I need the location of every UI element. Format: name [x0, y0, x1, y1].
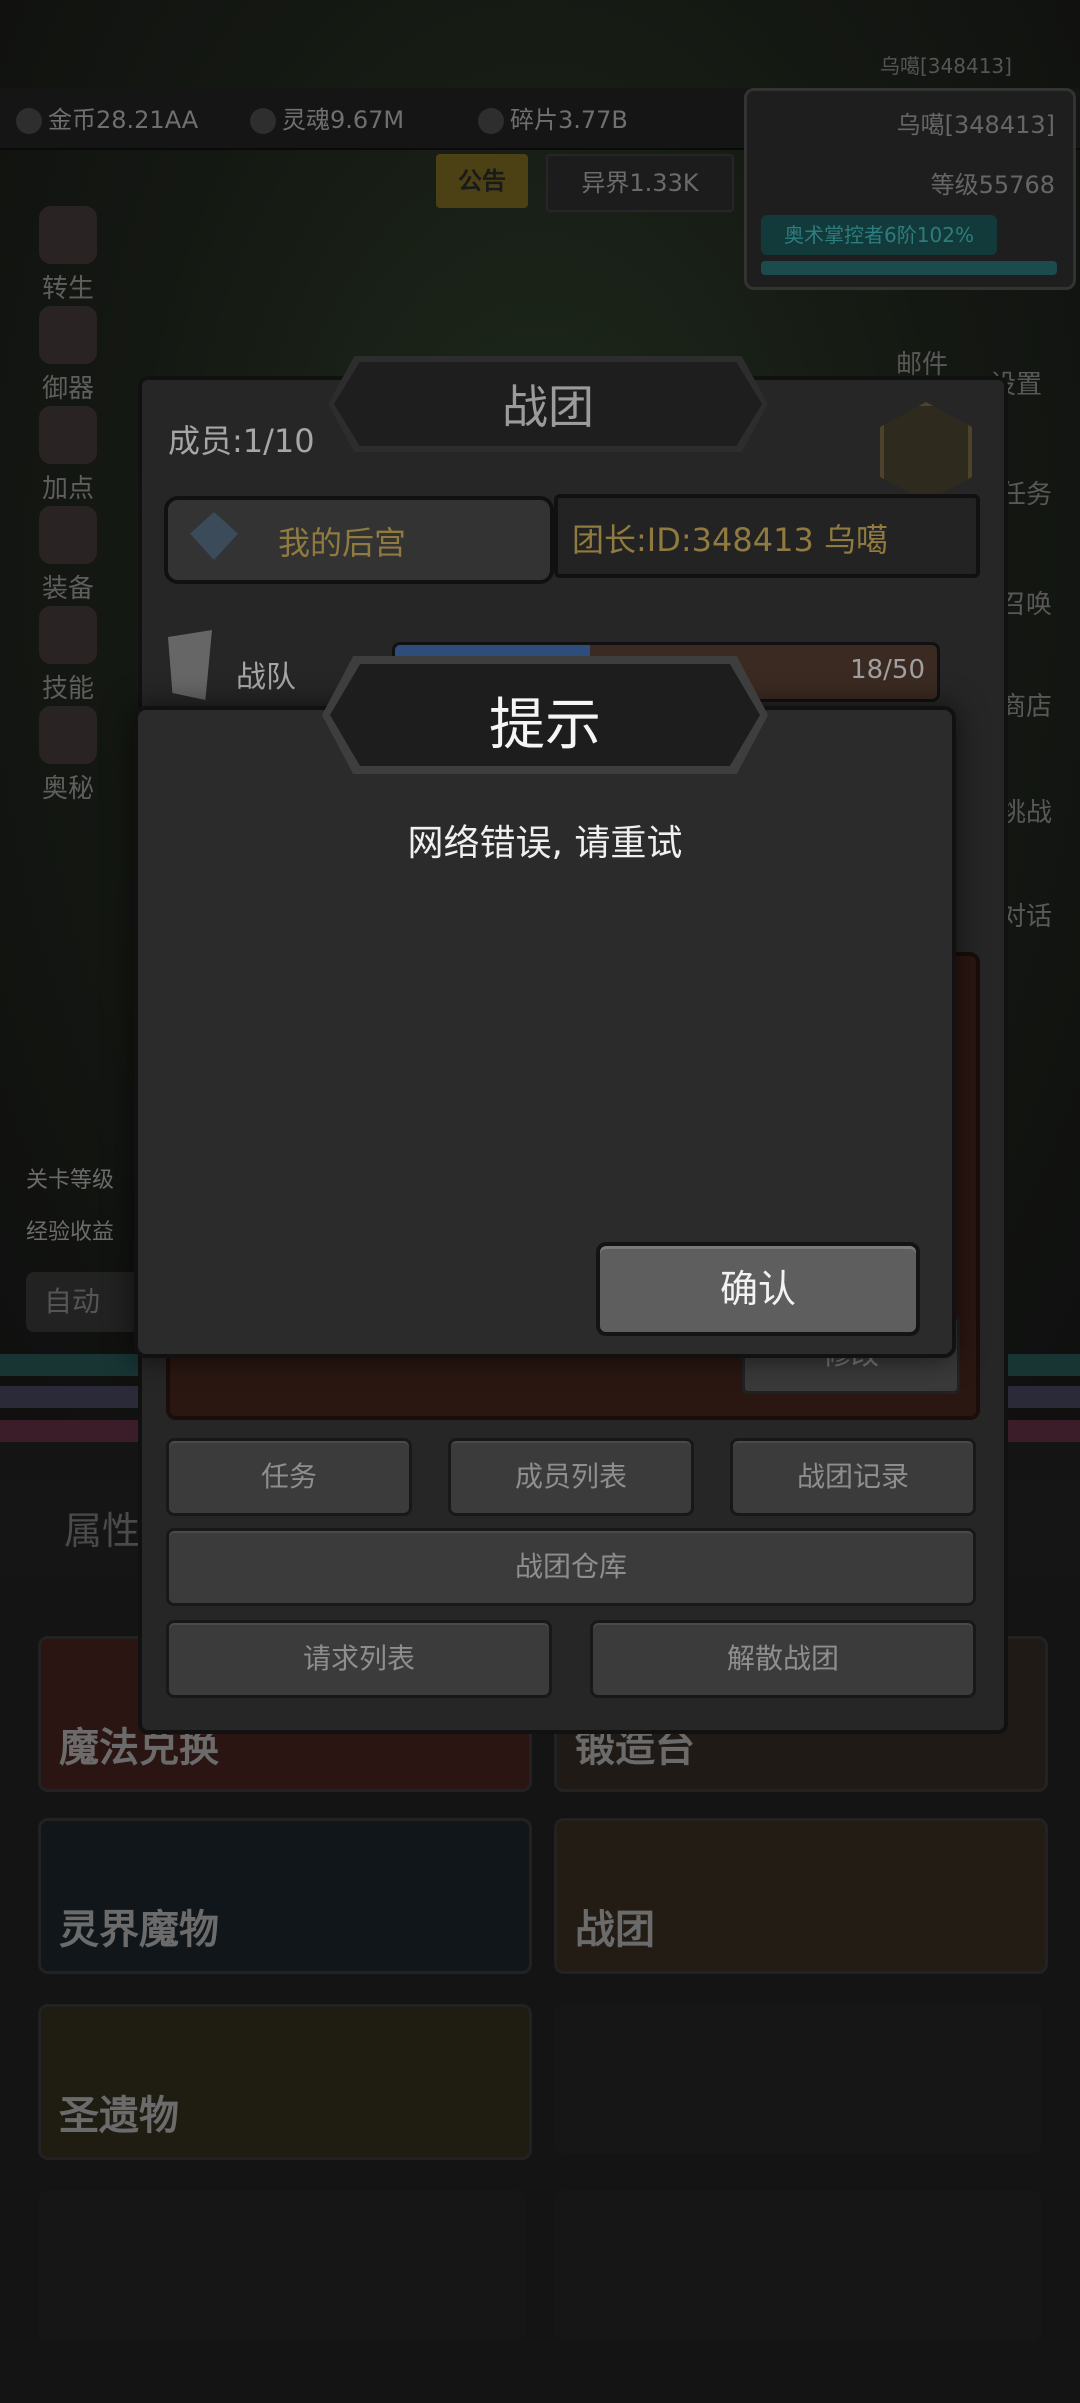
player-name: 乌噶[348413] — [896, 111, 1055, 139]
legion-title: 战团 — [502, 380, 594, 434]
mystery-icon — [39, 706, 97, 764]
crystal-icon — [190, 512, 238, 560]
my-group-button[interactable]: 我的后宫 — [164, 496, 554, 584]
soul-icon — [250, 108, 276, 134]
skills-icon — [39, 606, 97, 664]
player-info-panel[interactable]: 乌噶[348413] 等级55768 奥术掌控者6阶102% — [744, 88, 1076, 290]
team-label: 战队 — [236, 660, 296, 695]
side-item-points[interactable]: 加点 — [18, 406, 118, 505]
side-item-equipment[interactable]: 装备 — [18, 506, 118, 605]
legion-log-button[interactable]: 战团记录 — [730, 1438, 976, 1516]
exp-gain-label: 经验收益 — [26, 1220, 115, 1245]
member-count: 成员:1/10 — [168, 422, 315, 460]
request-list-button[interactable]: 请求列表 — [166, 1620, 552, 1698]
side-item-mystery[interactable]: 奥秘 — [18, 706, 118, 805]
player-level: 等级55768 — [930, 171, 1055, 199]
tasks-button[interactable]: 任务 — [166, 1438, 412, 1516]
fragment-resource: 碎片3.77B — [478, 100, 628, 135]
tile-holy-relic[interactable]: 圣遗物 — [38, 2004, 532, 2160]
dialog-message: 网络错误, 请重试 — [407, 823, 683, 864]
tab-otherworld[interactable]: 异界1.33K — [546, 154, 734, 212]
tile-spirit-monster[interactable]: 灵界魔物 — [38, 1818, 532, 1974]
team-flag-icon — [168, 630, 212, 700]
artifact-icon — [39, 306, 97, 364]
stage-level-label: 关卡等级 — [26, 1168, 115, 1193]
mastery-label: 奥术掌控者6阶102% — [761, 215, 997, 255]
tile-empty — [554, 2190, 1042, 2340]
team-progress-text: 18/50 — [850, 655, 925, 685]
tile-empty — [554, 2004, 1042, 2154]
legion-leader: 团长:ID:348413 乌噶 — [554, 494, 980, 578]
legion-title-banner: 战团 — [328, 356, 768, 452]
side-item-rebirth[interactable]: 转生 — [18, 206, 118, 305]
equipment-icon — [39, 506, 97, 564]
tab-attributes[interactable]: 属性 — [64, 1500, 140, 1555]
tile-empty — [38, 2190, 526, 2340]
rebirth-icon — [39, 206, 97, 264]
gold-resource: 金币28.21AA — [16, 100, 198, 135]
points-icon — [39, 406, 97, 464]
tab-notice[interactable]: 公告 — [436, 154, 528, 208]
confirm-button[interactable]: 确认 — [596, 1242, 920, 1336]
member-list-button[interactable]: 成员列表 — [448, 1438, 694, 1516]
mastery-progress-bar — [761, 261, 1057, 275]
legion-warehouse-button[interactable]: 战团仓库 — [166, 1528, 976, 1606]
side-item-artifact[interactable]: 御器 — [18, 306, 118, 405]
dialog-title-banner: 提示 — [322, 656, 768, 774]
tile-legion[interactable]: 战团 — [554, 1818, 1048, 1974]
side-item-skills[interactable]: 技能 — [18, 606, 118, 705]
status-username: 乌噶[348413] — [880, 54, 1012, 78]
disband-legion-button[interactable]: 解散战团 — [590, 1620, 976, 1698]
coin-icon — [16, 108, 42, 134]
fragment-icon — [478, 108, 504, 134]
dialog-title: 提示 — [489, 693, 601, 758]
soul-resource: 灵魂9.67M — [250, 100, 404, 135]
